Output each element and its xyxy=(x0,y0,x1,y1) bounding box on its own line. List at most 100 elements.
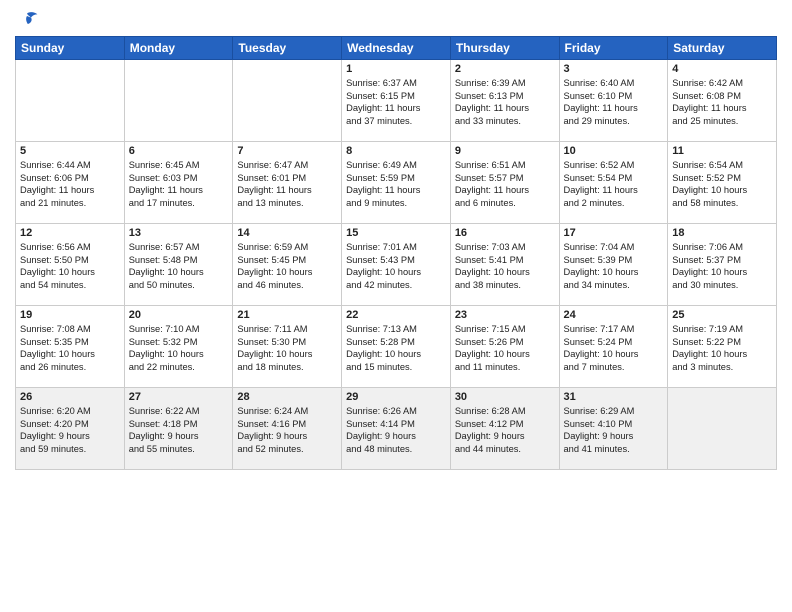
calendar-cell: 30 Sunrise: 6:28 AM Sunset: 4:12 PM Dayli… xyxy=(450,388,559,470)
day-number: 18 xyxy=(672,227,772,239)
day-info: Sunrise: 6:26 AM Sunset: 4:14 PM Dayligh… xyxy=(346,405,446,455)
day-number: 12 xyxy=(20,227,120,239)
day-info: Sunrise: 7:11 AM Sunset: 5:30 PM Dayligh… xyxy=(237,323,337,373)
calendar-cell: 8 Sunrise: 6:49 AM Sunset: 5:59 PM Daylig… xyxy=(342,142,451,224)
day-number: 15 xyxy=(346,227,446,239)
day-info: Sunrise: 6:37 AM Sunset: 6:15 PM Dayligh… xyxy=(346,77,446,127)
calendar-cell: 9 Sunrise: 6:51 AM Sunset: 5:57 PM Daylig… xyxy=(450,142,559,224)
day-info: Sunrise: 6:20 AM Sunset: 4:20 PM Dayligh… xyxy=(20,405,120,455)
calendar-week-row: 5 Sunrise: 6:44 AM Sunset: 6:06 PM Daylig… xyxy=(16,142,777,224)
calendar-cell xyxy=(233,60,342,142)
calendar-cell: 15 Sunrise: 7:01 AM Sunset: 5:43 PM Dayli… xyxy=(342,224,451,306)
calendar-cell: 10 Sunrise: 6:52 AM Sunset: 5:54 PM Dayli… xyxy=(559,142,668,224)
day-number: 6 xyxy=(129,145,229,157)
calendar-cell: 1 Sunrise: 6:37 AM Sunset: 6:15 PM Daylig… xyxy=(342,60,451,142)
day-number: 10 xyxy=(564,145,664,157)
calendar-cell: 5 Sunrise: 6:44 AM Sunset: 6:06 PM Daylig… xyxy=(16,142,125,224)
day-number: 1 xyxy=(346,63,446,75)
day-number: 21 xyxy=(237,309,337,321)
day-number: 28 xyxy=(237,391,337,403)
calendar-cell: 3 Sunrise: 6:40 AM Sunset: 6:10 PM Daylig… xyxy=(559,60,668,142)
calendar-cell: 2 Sunrise: 6:39 AM Sunset: 6:13 PM Daylig… xyxy=(450,60,559,142)
day-info: Sunrise: 7:08 AM Sunset: 5:35 PM Dayligh… xyxy=(20,323,120,373)
calendar-page: SundayMondayTuesdayWednesdayThursdayFrid… xyxy=(0,0,792,612)
header xyxy=(15,10,777,30)
day-of-week-header: Saturday xyxy=(668,37,777,60)
day-number: 17 xyxy=(564,227,664,239)
calendar-cell: 20 Sunrise: 7:10 AM Sunset: 5:32 PM Dayli… xyxy=(124,306,233,388)
day-info: Sunrise: 6:29 AM Sunset: 4:10 PM Dayligh… xyxy=(564,405,664,455)
day-number: 23 xyxy=(455,309,555,321)
day-number: 2 xyxy=(455,63,555,75)
day-info: Sunrise: 6:22 AM Sunset: 4:18 PM Dayligh… xyxy=(129,405,229,455)
day-number: 29 xyxy=(346,391,446,403)
day-number: 5 xyxy=(20,145,120,157)
day-number: 25 xyxy=(672,309,772,321)
day-of-week-header: Friday xyxy=(559,37,668,60)
calendar-week-row: 12 Sunrise: 6:56 AM Sunset: 5:50 PM Dayli… xyxy=(16,224,777,306)
day-info: Sunrise: 6:57 AM Sunset: 5:48 PM Dayligh… xyxy=(129,241,229,291)
calendar-cell: 11Sunrise: 6:54 AM Sunset: 5:52 PM Dayli… xyxy=(668,142,777,224)
day-number: 9 xyxy=(455,145,555,157)
calendar-week-row: 1 Sunrise: 6:37 AM Sunset: 6:15 PM Daylig… xyxy=(16,60,777,142)
day-info: Sunrise: 7:03 AM Sunset: 5:41 PM Dayligh… xyxy=(455,241,555,291)
logo-icon xyxy=(15,10,39,30)
calendar-cell: 27 Sunrise: 6:22 AM Sunset: 4:18 PM Dayli… xyxy=(124,388,233,470)
calendar-header-row: SundayMondayTuesdayWednesdayThursdayFrid… xyxy=(16,37,777,60)
calendar-cell xyxy=(668,388,777,470)
day-info: Sunrise: 6:56 AM Sunset: 5:50 PM Dayligh… xyxy=(20,241,120,291)
day-number: 3 xyxy=(564,63,664,75)
day-info: Sunrise: 6:52 AM Sunset: 5:54 PM Dayligh… xyxy=(564,159,664,209)
day-of-week-header: Monday xyxy=(124,37,233,60)
calendar-cell: 23 Sunrise: 7:15 AM Sunset: 5:26 PM Dayli… xyxy=(450,306,559,388)
day-info: Sunrise: 6:39 AM Sunset: 6:13 PM Dayligh… xyxy=(455,77,555,127)
day-info: Sunrise: 7:17 AM Sunset: 5:24 PM Dayligh… xyxy=(564,323,664,373)
day-number: 8 xyxy=(346,145,446,157)
calendar-cell: 13 Sunrise: 6:57 AM Sunset: 5:48 PM Dayli… xyxy=(124,224,233,306)
calendar-cell: 21 Sunrise: 7:11 AM Sunset: 5:30 PM Dayli… xyxy=(233,306,342,388)
day-info: Sunrise: 6:47 AM Sunset: 6:01 PM Dayligh… xyxy=(237,159,337,209)
logo xyxy=(15,10,43,30)
calendar-cell: 12 Sunrise: 6:56 AM Sunset: 5:50 PM Dayli… xyxy=(16,224,125,306)
day-info: Sunrise: 6:59 AM Sunset: 5:45 PM Dayligh… xyxy=(237,241,337,291)
calendar-cell: 31 Sunrise: 6:29 AM Sunset: 4:10 PM Dayli… xyxy=(559,388,668,470)
day-info: Sunrise: 6:44 AM Sunset: 6:06 PM Dayligh… xyxy=(20,159,120,209)
calendar-cell: 22 Sunrise: 7:13 AM Sunset: 5:28 PM Dayli… xyxy=(342,306,451,388)
day-of-week-header: Sunday xyxy=(16,37,125,60)
day-info: Sunrise: 6:49 AM Sunset: 5:59 PM Dayligh… xyxy=(346,159,446,209)
calendar-table: SundayMondayTuesdayWednesdayThursdayFrid… xyxy=(15,36,777,470)
calendar-cell: 4 Sunrise: 6:42 AM Sunset: 6:08 PM Daylig… xyxy=(668,60,777,142)
calendar-cell: 6 Sunrise: 6:45 AM Sunset: 6:03 PM Daylig… xyxy=(124,142,233,224)
day-number: 30 xyxy=(455,391,555,403)
day-number: 24 xyxy=(564,309,664,321)
calendar-cell: 19 Sunrise: 7:08 AM Sunset: 5:35 PM Dayli… xyxy=(16,306,125,388)
calendar-cell: 24 Sunrise: 7:17 AM Sunset: 5:24 PM Dayli… xyxy=(559,306,668,388)
calendar-cell: 14 Sunrise: 6:59 AM Sunset: 5:45 PM Dayli… xyxy=(233,224,342,306)
day-info: Sunrise: 7:15 AM Sunset: 5:26 PM Dayligh… xyxy=(455,323,555,373)
calendar-cell: 18Sunrise: 7:06 AM Sunset: 5:37 PM Dayli… xyxy=(668,224,777,306)
day-number: 13 xyxy=(129,227,229,239)
day-of-week-header: Thursday xyxy=(450,37,559,60)
day-number: 19 xyxy=(20,309,120,321)
day-number: 26 xyxy=(20,391,120,403)
day-number: 20 xyxy=(129,309,229,321)
day-info: Sunrise: 7:01 AM Sunset: 5:43 PM Dayligh… xyxy=(346,241,446,291)
day-number: 11 xyxy=(672,145,772,157)
day-number: 22 xyxy=(346,309,446,321)
day-info: Sunrise: 6:42 AM Sunset: 6:08 PM Dayligh… xyxy=(672,77,772,127)
calendar-week-row: 26 Sunrise: 6:20 AM Sunset: 4:20 PM Dayli… xyxy=(16,388,777,470)
day-number: 27 xyxy=(129,391,229,403)
day-info: Sunrise: 7:10 AM Sunset: 5:32 PM Dayligh… xyxy=(129,323,229,373)
day-number: 31 xyxy=(564,391,664,403)
day-info: Sunrise: 7:13 AM Sunset: 5:28 PM Dayligh… xyxy=(346,323,446,373)
day-number: 4 xyxy=(672,63,772,75)
calendar-cell: 17Sunrise: 7:04 AM Sunset: 5:39 PM Dayli… xyxy=(559,224,668,306)
day-info: Sunrise: 6:51 AM Sunset: 5:57 PM Dayligh… xyxy=(455,159,555,209)
day-info: Sunrise: 6:40 AM Sunset: 6:10 PM Dayligh… xyxy=(564,77,664,127)
calendar-cell xyxy=(16,60,125,142)
day-of-week-header: Wednesday xyxy=(342,37,451,60)
day-info: Sunrise: 6:28 AM Sunset: 4:12 PM Dayligh… xyxy=(455,405,555,455)
day-info: Sunrise: 6:45 AM Sunset: 6:03 PM Dayligh… xyxy=(129,159,229,209)
day-number: 14 xyxy=(237,227,337,239)
calendar-cell: 16Sunrise: 7:03 AM Sunset: 5:41 PM Dayli… xyxy=(450,224,559,306)
